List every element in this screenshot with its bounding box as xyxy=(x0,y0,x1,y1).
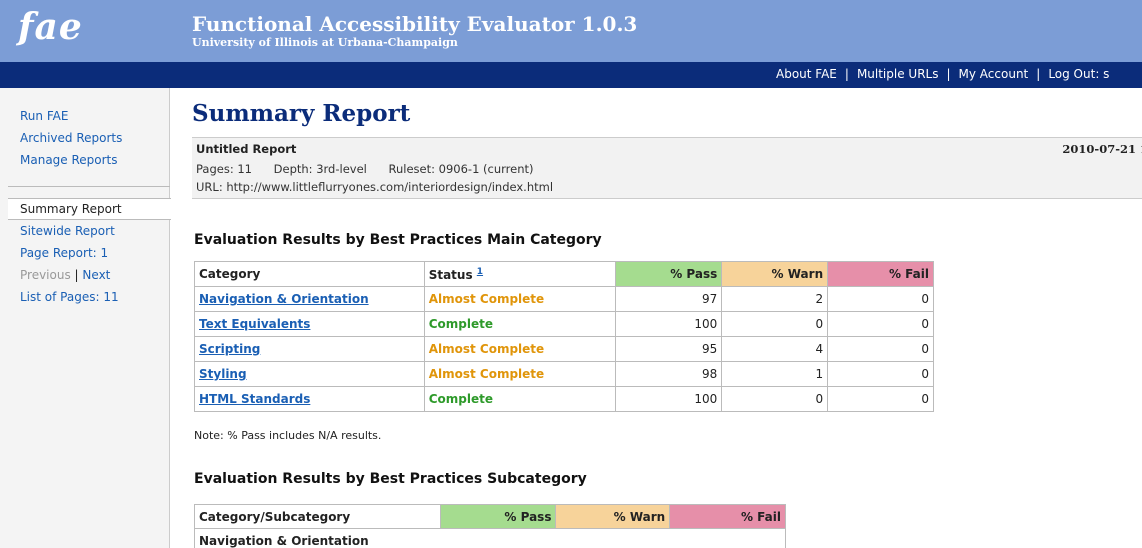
report-meta: Pages: 11 Depth: 3rd-level Ruleset: 0906… xyxy=(196,162,552,176)
nav-multiple-urls-link[interactable]: Multiple URLs xyxy=(857,67,939,81)
sidebar-next-link[interactable]: Next xyxy=(82,268,110,282)
col-header-pass: % Pass xyxy=(615,261,723,287)
report-depth: Depth: 3rd-level xyxy=(273,162,367,176)
warn-cell: 1 xyxy=(721,361,829,387)
top-nav-links: About FAE | Multiple URLs | My Account | Log O… xyxy=(776,67,1109,81)
warn-cell: 2 xyxy=(721,286,829,312)
report-date: 2010-07-21 1 xyxy=(1062,142,1142,156)
status-footnote-link[interactable]: 1 xyxy=(477,267,483,277)
app-header: fae Functional Accessibility Evaluator 1… xyxy=(0,0,1142,62)
category-cell: Scripting xyxy=(194,336,425,362)
col-header-status: Status 1 xyxy=(423,261,617,287)
category-cell: Styling xyxy=(194,361,425,387)
category-link[interactable]: Navigation & Orientation xyxy=(199,292,369,306)
top-nav-bar: About FAE | Multiple URLs | My Account | Log O… xyxy=(0,62,1142,88)
sidebar: Run FAE Archived Reports Manage Reports … xyxy=(8,88,171,548)
col-header-fail: % Fail xyxy=(827,261,934,287)
sidebar-group-actions: Run FAE Archived Reports Manage Reports xyxy=(8,105,122,171)
table-row: HTML Standards Complete 100 0 0 xyxy=(194,386,934,412)
status-cell: Almost Complete xyxy=(423,336,617,362)
table-row: Styling Almost Complete 98 1 0 xyxy=(194,361,934,387)
sidebar-previous-disabled: Previous xyxy=(20,268,71,282)
status-header-label: Status xyxy=(428,267,473,282)
main-category-table: Category Status 1 % Pass % Warn % Fail N… xyxy=(194,261,934,412)
sidebar-run-fae[interactable]: Run FAE xyxy=(8,105,122,127)
report-name: Untitled Report xyxy=(196,142,297,156)
col-header-category-subcategory: Category/Subcategory xyxy=(194,504,441,529)
subcategory-group-row: Navigation & Orientation xyxy=(194,528,786,548)
main-category-section-title: Evaluation Results by Best Practices Mai… xyxy=(194,232,602,248)
warn-cell: 4 xyxy=(721,336,829,362)
nav-logout-link[interactable]: Log Out: s xyxy=(1048,67,1109,81)
warn-cell: 0 xyxy=(721,386,829,412)
subcategory-table: Category/Subcategory % Pass % Warn % Fai… xyxy=(194,504,786,548)
warn-cell: 0 xyxy=(721,311,829,337)
pass-cell: 98 xyxy=(615,361,723,387)
category-cell: Text Equivalents xyxy=(194,311,425,337)
nav-my-account-link[interactable]: My Account xyxy=(959,67,1029,81)
sidebar-prev-next: Previous | Next xyxy=(8,264,119,286)
sidebar-group-reports: Sitewide Report Page Report: 1 Previous … xyxy=(8,220,119,308)
table-row: Text Equivalents Complete 100 0 0 xyxy=(194,311,934,337)
fail-cell: 0 xyxy=(827,336,934,362)
report-ruleset: Ruleset: 0906-1 (current) xyxy=(388,162,534,176)
app-subtitle: University of Illinois at Urbana-Champai… xyxy=(192,36,458,49)
table-header-row: Category Status 1 % Pass % Warn % Fail xyxy=(194,261,934,287)
category-link[interactable]: HTML Standards xyxy=(199,392,310,406)
status-cell: Almost Complete xyxy=(423,286,617,312)
nav-separator: | xyxy=(946,67,951,81)
col-header-category: Category xyxy=(194,261,425,287)
sidebar-prev-next-separator: | xyxy=(74,268,79,282)
nav-separator: | xyxy=(1036,67,1041,81)
report-info-box: Untitled Report 2010-07-21 1 Pages: 11 D… xyxy=(192,137,1142,199)
app-title: Functional Accessibility Evaluator 1.0.3 xyxy=(192,12,638,36)
report-url: URL: http://www.littleflurryones.com/int… xyxy=(196,180,554,194)
page-title: Summary Report xyxy=(192,100,411,127)
pass-cell: 97 xyxy=(615,286,723,312)
fail-cell: 0 xyxy=(827,286,934,312)
category-cell: HTML Standards xyxy=(194,386,425,412)
pass-cell: 95 xyxy=(615,336,723,362)
status-cell: Complete xyxy=(423,311,617,337)
pass-cell: 100 xyxy=(615,311,723,337)
fail-cell: 0 xyxy=(827,386,934,412)
subcategory-section-title: Evaluation Results by Best Practices Sub… xyxy=(194,471,587,487)
nav-separator: | xyxy=(844,67,849,81)
col-header-pass: % Pass xyxy=(439,504,557,529)
sidebar-divider xyxy=(8,186,170,187)
sidebar-sitewide-report[interactable]: Sitewide Report xyxy=(8,220,119,242)
status-cell: Almost Complete xyxy=(423,361,617,387)
sidebar-list-of-pages[interactable]: List of Pages: 11 xyxy=(8,286,119,308)
pass-note: Note: % Pass includes N/A results. xyxy=(194,429,382,442)
col-header-warn: % Warn xyxy=(721,261,829,287)
sidebar-archived-reports[interactable]: Archived Reports xyxy=(8,127,122,149)
category-link[interactable]: Text Equivalents xyxy=(199,317,310,331)
category-link[interactable]: Styling xyxy=(199,367,247,381)
sidebar-summary-report-current: Summary Report xyxy=(8,198,171,220)
nav-about-link[interactable]: About FAE xyxy=(776,67,837,81)
category-cell: Navigation & Orientation xyxy=(194,286,425,312)
col-header-warn: % Warn xyxy=(555,504,671,529)
table-header-row: Category/Subcategory % Pass % Warn % Fai… xyxy=(194,504,786,529)
fae-logo[interactable]: fae xyxy=(18,6,83,48)
col-header-fail: % Fail xyxy=(669,504,786,529)
category-link[interactable]: Scripting xyxy=(199,342,260,356)
sidebar-page-report[interactable]: Page Report: 1 xyxy=(8,242,119,264)
report-pages: Pages: 11 xyxy=(196,162,252,176)
table-row: Navigation & Orientation Almost Complete… xyxy=(194,286,934,312)
fail-cell: 0 xyxy=(827,361,934,387)
fail-cell: 0 xyxy=(827,311,934,337)
sidebar-manage-reports[interactable]: Manage Reports xyxy=(8,149,122,171)
table-row: Scripting Almost Complete 95 4 0 xyxy=(194,336,934,362)
pass-cell: 100 xyxy=(615,386,723,412)
table-row: Navigation & Orientation xyxy=(194,528,786,548)
status-cell: Complete xyxy=(423,386,617,412)
